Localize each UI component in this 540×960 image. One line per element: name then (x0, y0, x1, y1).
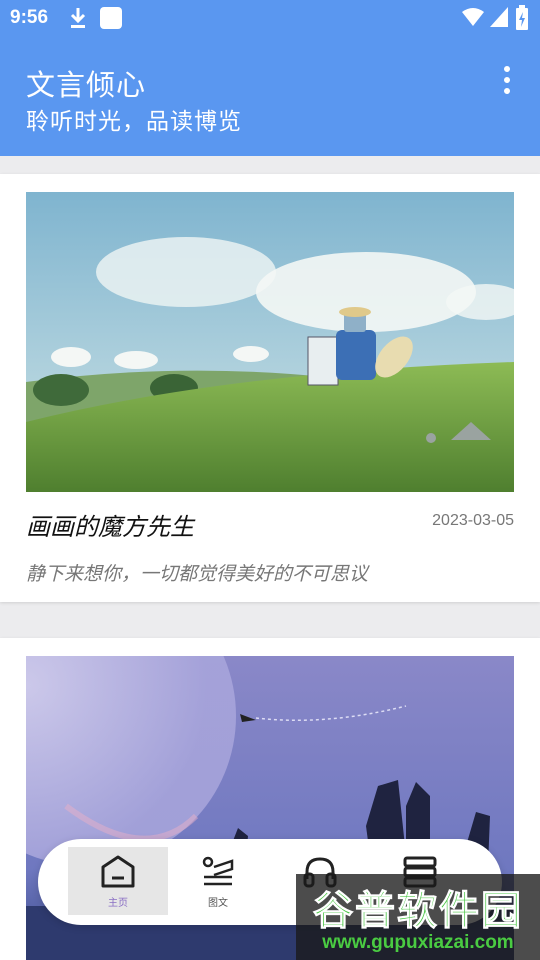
watermark-text: 谷普软件园 (313, 889, 523, 934)
watermark-url: www.gupuxiazai.com (322, 932, 514, 953)
signal-icon (490, 7, 508, 27)
download-icon (70, 8, 86, 28)
wifi-icon (462, 8, 484, 26)
nav-reading[interactable]: 图文 (168, 847, 268, 915)
app-bar: 文言倾心 聆听时光，品读博览 (0, 36, 540, 156)
nav-reading-label: 图文 (208, 898, 228, 909)
article-title: 画画的魔方先生 (26, 514, 194, 541)
status-bar: 9:56 (0, 0, 540, 36)
reading-icon (202, 856, 234, 886)
more-options-icon[interactable] (496, 64, 518, 96)
article-date: 2023-03-05 (432, 512, 514, 529)
article-description: 静下来想你，一切都觉得美好的不可思议 (26, 564, 369, 585)
article-card[interactable]: 画画的魔方先生 2023-03-05 静下来想你，一切都觉得美好的不可思议 (0, 174, 540, 602)
notification-icon (100, 7, 122, 29)
nav-home-label: 主页 (108, 898, 128, 909)
app-subtitle: 聆听时光，品读博览 (26, 108, 242, 134)
home-icon (101, 855, 135, 888)
status-time: 9:56 (10, 7, 49, 28)
watermark-logo: 谷普软件园 www.gupuxiazai.com (296, 874, 540, 960)
article-image-landscape (26, 192, 514, 492)
app-title: 文言倾心 (26, 70, 147, 102)
battery-icon (516, 5, 528, 30)
nav-home[interactable]: 主页 (68, 847, 168, 915)
